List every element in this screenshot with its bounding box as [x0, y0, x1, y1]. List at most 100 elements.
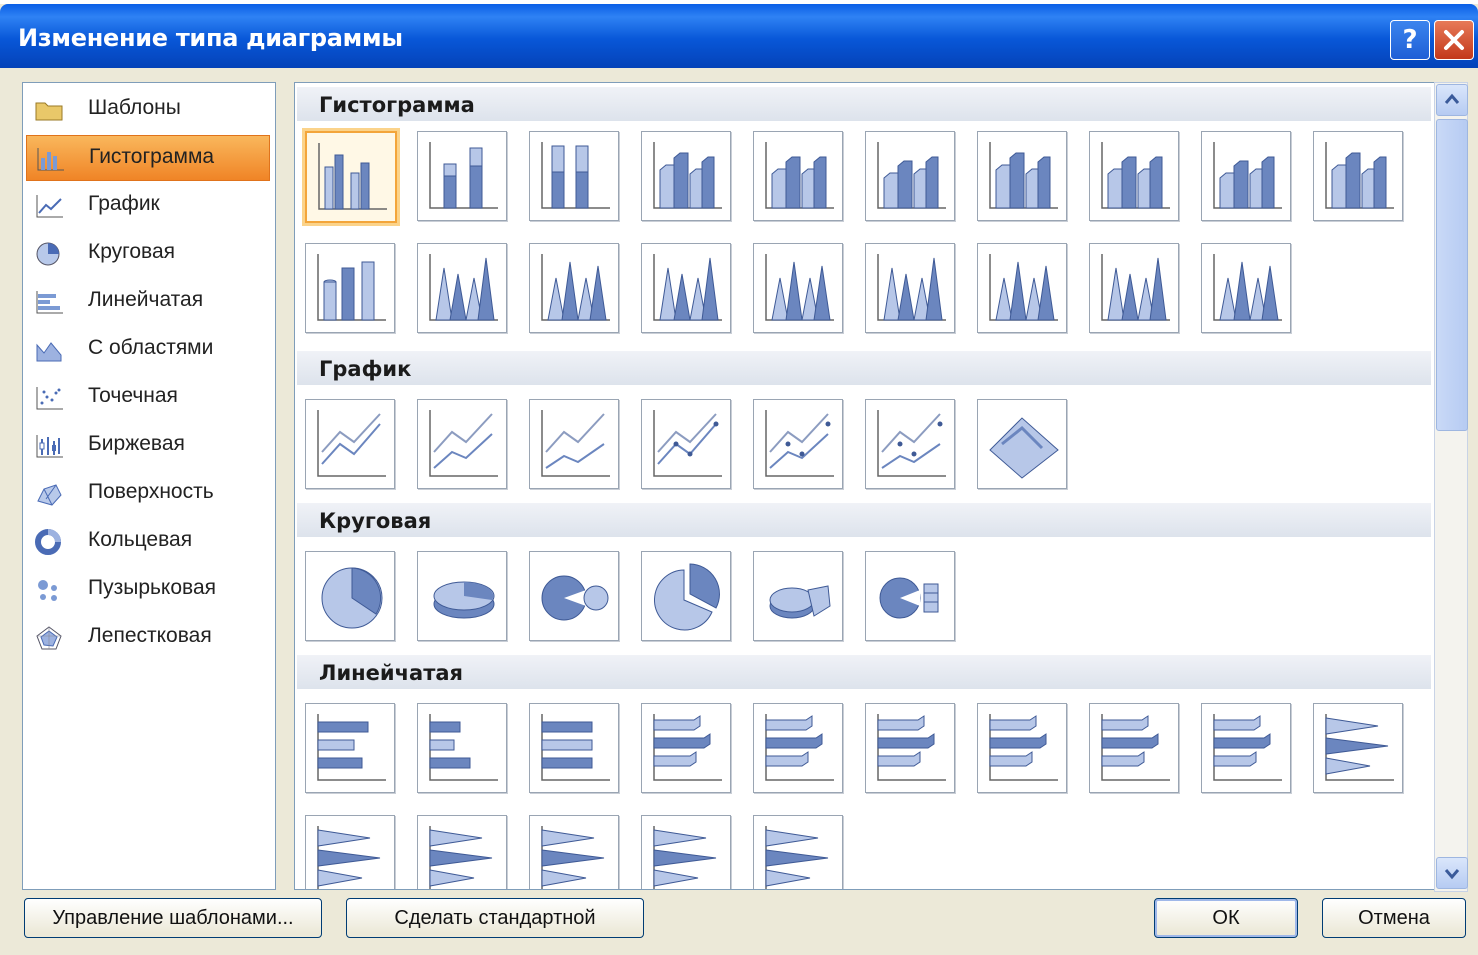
line-subtype-3[interactable]: [529, 399, 619, 489]
section-title: График: [319, 357, 412, 381]
line-subtype-1[interactable]: [305, 399, 395, 489]
column-thumbnail-icon: [1101, 142, 1170, 209]
chart-category-list: Шаблоны Гистограмма График Круговая Лине…: [22, 82, 276, 890]
sidebar-item-label: Биржевая: [88, 432, 185, 455]
column-subtype-15[interactable]: [753, 243, 843, 333]
line-subtype-6[interactable]: [865, 399, 955, 489]
line-subtype-4[interactable]: [641, 399, 731, 489]
sidebar-item-pie[interactable]: Круговая: [26, 231, 270, 275]
section-header-line: График: [297, 351, 1431, 385]
line-subtype-5[interactable]: [753, 399, 843, 489]
line-thumbnail-icon: [653, 410, 722, 477]
column-subtype-10[interactable]: [1313, 131, 1403, 221]
column-chart-icon: [37, 148, 64, 171]
column-subtype-1[interactable]: [305, 131, 397, 223]
column-subtype-16[interactable]: [865, 243, 955, 333]
stock-chart-icon: [36, 435, 63, 458]
sidebar-item-label: Круговая: [88, 240, 176, 263]
pie-subtype-4[interactable]: [641, 551, 731, 641]
pie-subtype-1[interactable]: [305, 551, 395, 641]
line-subtype-2[interactable]: [417, 399, 507, 489]
bar-subtype-2[interactable]: [417, 703, 507, 793]
sidebar-item-line[interactable]: График: [26, 183, 270, 227]
sidebar-item-scatter[interactable]: Точечная: [26, 375, 270, 419]
bar-thumbnail-icon: [317, 826, 381, 889]
pie-thumbnail-icon: [321, 567, 383, 629]
bar-subtype-11[interactable]: [305, 815, 395, 889]
chevron-down-icon: [1444, 869, 1460, 880]
bar-subtype-9[interactable]: [1201, 703, 1291, 793]
column-thumbnail-icon: [1213, 142, 1282, 209]
pie-subtype-2[interactable]: [417, 551, 507, 641]
sidebar-item-column[interactable]: Гистограмма: [26, 135, 270, 181]
line-subtype-7[interactable]: [977, 399, 1067, 489]
sidebar-item-templates[interactable]: Шаблоны: [26, 87, 270, 131]
column-thumbnail-icon: [541, 142, 610, 209]
section-title: Круговая: [319, 509, 432, 533]
bar-thumbnail-icon: [1325, 714, 1394, 781]
scroll-thumb[interactable]: [1436, 119, 1468, 431]
bar-thumbnail-icon: [429, 826, 493, 889]
bar-subtype-6[interactable]: [865, 703, 955, 793]
bar-subtype-7[interactable]: [977, 703, 1067, 793]
column-subtype-13[interactable]: [529, 243, 619, 333]
column-thumbnail-icon: [318, 143, 387, 210]
chevron-up-icon: [1444, 93, 1460, 104]
manage-templates-button[interactable]: Управление шаблонами...: [24, 898, 322, 938]
column-subtype-4[interactable]: [641, 131, 731, 221]
section-title: Гистограмма: [319, 93, 475, 117]
chart-subtype-gallery: Гистограмма График Круговая Линейчатая: [294, 82, 1436, 890]
pie-subtype-5[interactable]: [753, 551, 843, 641]
bar-subtype-12[interactable]: [417, 815, 507, 889]
pie-subtype-3[interactable]: [529, 551, 619, 641]
bar-subtype-14[interactable]: [641, 815, 731, 889]
column-thumbnail-icon: [1213, 254, 1282, 321]
sidebar-item-label: Линейчатая: [88, 288, 204, 311]
sidebar-item-bar[interactable]: Линейчатая: [26, 279, 270, 323]
column-subtype-3[interactable]: [529, 131, 619, 221]
ok-button[interactable]: ОК: [1154, 898, 1298, 938]
section-header-column: Гистограмма: [297, 87, 1431, 121]
sidebar-item-area[interactable]: С областями: [26, 327, 270, 371]
sidebar-item-surface[interactable]: Поверхность: [26, 471, 270, 515]
column-thumbnail-icon: [317, 254, 386, 321]
sidebar-item-radar[interactable]: Лепестковая: [26, 615, 270, 659]
pie-thumbnail-icon: [433, 581, 495, 619]
column-subtype-5[interactable]: [753, 131, 843, 221]
bar-subtype-8[interactable]: [1089, 703, 1179, 793]
section-title: Линейчатая: [319, 661, 464, 685]
pie-subtype-6[interactable]: [865, 551, 955, 641]
line-thumbnail-icon: [989, 417, 1059, 479]
sidebar-item-label: График: [88, 192, 160, 215]
scroll-up-button[interactable]: [1436, 84, 1468, 116]
sidebar-item-bubble[interactable]: Пузырьковая: [26, 567, 270, 611]
sidebar-item-stock[interactable]: Биржевая: [26, 423, 270, 467]
column-subtype-12[interactable]: [417, 243, 507, 333]
help-button[interactable]: ?: [1390, 20, 1430, 60]
column-subtype-11[interactable]: [305, 243, 395, 333]
column-subtype-19[interactable]: [1201, 243, 1291, 333]
scroll-down-button[interactable]: [1436, 857, 1468, 889]
column-subtype-9[interactable]: [1201, 131, 1291, 221]
column-subtype-7[interactable]: [977, 131, 1067, 221]
bar-subtype-5[interactable]: [753, 703, 843, 793]
bar-subtype-13[interactable]: [529, 815, 619, 889]
sidebar-item-doughnut[interactable]: Кольцевая: [26, 519, 270, 563]
column-subtype-8[interactable]: [1089, 131, 1179, 221]
bar-subtype-15[interactable]: [753, 815, 843, 889]
bar-subtype-3[interactable]: [529, 703, 619, 793]
bar-subtype-4[interactable]: [641, 703, 731, 793]
gallery-scrollbar[interactable]: [1434, 82, 1468, 892]
column-subtype-14[interactable]: [641, 243, 731, 333]
column-subtype-6[interactable]: [865, 131, 955, 221]
column-thumbnail-icon: [653, 254, 722, 321]
column-subtype-17[interactable]: [977, 243, 1067, 333]
bar-subtype-1[interactable]: [305, 703, 395, 793]
set-default-button[interactable]: Сделать стандартной: [346, 898, 644, 938]
column-subtype-2[interactable]: [417, 131, 507, 221]
bar-subtype-10[interactable]: [1313, 703, 1403, 793]
close-button[interactable]: [1434, 20, 1474, 60]
column-subtype-18[interactable]: [1089, 243, 1179, 333]
scatter-chart-icon: [36, 387, 63, 410]
cancel-button[interactable]: Отмена: [1322, 898, 1466, 938]
